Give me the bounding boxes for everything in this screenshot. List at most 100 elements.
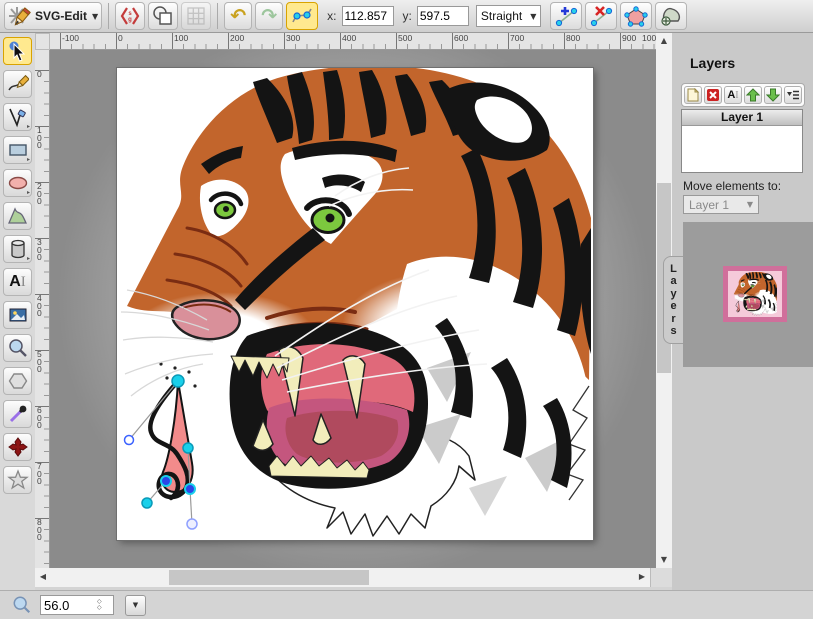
layer-menu-button[interactable] — [784, 86, 802, 104]
move-elements-select[interactable]: Layer 1 ▼ — [683, 195, 759, 214]
segment-type-arrow-icon: ▼ — [530, 12, 536, 21]
image-tool[interactable] — [3, 301, 32, 329]
line-tool[interactable]: ▸ — [3, 103, 32, 131]
ruler-label: 700 — [510, 33, 524, 43]
delete-node-icon — [589, 5, 613, 27]
ruler-label: 500 — [37, 351, 46, 374]
star-icon — [7, 469, 29, 491]
horizontal-scrollbar[interactable]: ◀ ▶ — [35, 568, 650, 587]
canvas-preview-area — [683, 222, 813, 367]
layer-menu-icon — [786, 88, 800, 102]
new-layer-button[interactable] — [684, 86, 702, 104]
ellipse-tool[interactable]: ▸ — [3, 169, 32, 197]
scroll-down-arrow[interactable]: ▼ — [656, 552, 672, 568]
ruler-label: 100 — [174, 33, 188, 43]
ruler-label: 200 — [230, 33, 244, 43]
ruler-label: 800 — [37, 519, 46, 542]
zoom-preset-arrow-icon: ▼ — [133, 601, 138, 609]
ellipse-icon — [7, 172, 29, 194]
y-coordinate-input[interactable] — [417, 6, 469, 26]
path-control-handle[interactable] — [187, 519, 197, 529]
layers-panel-tab[interactable]: Layers — [663, 256, 683, 344]
rectangle-icon — [7, 139, 29, 161]
ruler-label: 600 — [454, 33, 468, 43]
scroll-left-arrow[interactable]: ◀ — [35, 569, 51, 585]
magnifier-icon — [7, 337, 29, 359]
zoom-spinner[interactable]: ◇ ◇ — [95, 599, 104, 611]
delete-node-button[interactable] — [585, 2, 617, 30]
zoom-preset-dropdown[interactable]: ▼ — [125, 595, 146, 616]
pencil-tool[interactable] — [3, 70, 32, 98]
ruler-label: -100 — [62, 33, 79, 43]
ruler-label: 200 — [37, 183, 46, 206]
path-node[interactable] — [161, 476, 171, 486]
undo-button[interactable]: ↶ — [224, 2, 252, 30]
polygon-tool[interactable] — [3, 367, 32, 395]
rename-layer-button[interactable]: AI — [724, 86, 742, 104]
zoom-level-control[interactable]: ◇ ◇ — [40, 595, 114, 615]
shape-library-tool[interactable]: ▸ — [3, 235, 32, 263]
horizontal-scrollbar-thumb[interactable] — [169, 570, 369, 585]
ruler-label: 800 — [566, 33, 580, 43]
ruler-label: 300 — [37, 239, 46, 262]
grid-button[interactable] — [181, 2, 211, 30]
x-coordinate-label: x: — [327, 9, 336, 23]
eyedropper-tool[interactable] — [3, 400, 32, 428]
canvas-thumbnail[interactable] — [723, 266, 787, 322]
segment-type-select[interactable]: Straight ▼ — [476, 5, 542, 27]
rectangle-tool[interactable]: ▸ — [3, 136, 32, 164]
convert-to-path-icon — [659, 5, 683, 27]
path-node[interactable] — [185, 484, 195, 494]
add-node-icon — [554, 5, 578, 27]
ruler-label: 0 — [118, 33, 123, 43]
arrow-down-icon — [766, 88, 780, 102]
rename-layer-a-glyph: A — [727, 89, 735, 101]
move-layer-down-button[interactable] — [764, 86, 782, 104]
layer-list[interactable]: Layer 1 — [681, 109, 803, 173]
zoom-spinner-down-icon[interactable]: ◇ — [97, 605, 102, 611]
zoom-level-input[interactable] — [41, 598, 95, 613]
scroll-up-arrow[interactable]: ▲ — [656, 33, 672, 49]
redo-button[interactable]: ↷ — [255, 2, 283, 30]
path-node-selected[interactable] — [172, 375, 184, 387]
convert-to-path-button[interactable] — [655, 2, 687, 30]
path-edit-overlay[interactable] — [117, 68, 593, 540]
text-cursor-glyph: I — [21, 274, 26, 291]
path-node[interactable] — [142, 498, 152, 508]
scroll-right-arrow[interactable]: ▶ — [634, 569, 650, 585]
red-cross-diamond-icon — [7, 436, 29, 458]
path-polygon-nodes-icon — [624, 5, 648, 27]
open-close-path-button[interactable] — [620, 2, 652, 30]
ruler-label: 900 — [622, 33, 636, 43]
delete-layer-button[interactable] — [704, 86, 722, 104]
select-tool[interactable] — [3, 37, 32, 65]
zoom-tool[interactable] — [3, 334, 32, 362]
move-layer-up-button[interactable] — [744, 86, 762, 104]
connector-tool[interactable] — [3, 433, 32, 461]
ruler-label: 400 — [342, 33, 356, 43]
path-tool[interactable] — [3, 202, 32, 230]
text-tool-a-glyph: A — [9, 273, 21, 291]
text-tool[interactable]: A I — [3, 268, 32, 296]
layer-row[interactable]: Layer 1 — [682, 110, 802, 126]
wireframe-button[interactable] — [148, 2, 178, 30]
link-control-points-toggle[interactable] — [286, 2, 318, 30]
canvas-thumbnail-inner — [728, 271, 782, 317]
y-coordinate-label: y: — [403, 9, 412, 23]
main-menu-button[interactable]: SVG-Edit ▼ — [4, 2, 102, 30]
x-coordinate-input[interactable] — [342, 6, 394, 26]
source-editor-button[interactable]: s g — [115, 2, 145, 30]
delete-layer-icon — [706, 88, 720, 102]
svg-text:g: g — [128, 17, 132, 23]
ruler-label: 600 — [37, 407, 46, 430]
star-tool[interactable] — [3, 466, 32, 494]
add-node-button[interactable] — [550, 2, 582, 30]
path-control-handle[interactable] — [125, 436, 134, 445]
canvas-workspace[interactable] — [50, 50, 656, 568]
move-elements-value: Layer 1 — [689, 198, 729, 212]
toolbar-divider — [108, 3, 109, 29]
image-icon — [7, 304, 29, 326]
path-node[interactable] — [183, 443, 193, 453]
svg-canvas[interactable] — [117, 68, 593, 540]
pencil-icon — [7, 73, 29, 95]
